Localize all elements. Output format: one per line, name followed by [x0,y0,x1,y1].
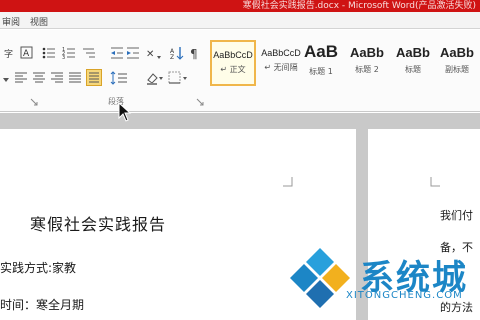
ribbon: 字 A 123 ✕ AZ ¶ 段落 AaBbCcD ↵ 正文 AaBbCcD ↵… [0,30,480,112]
menu-bar: 审阅 视图 [0,12,480,29]
style-normal[interactable]: AaBbCcD ↵ 正文 [210,40,256,86]
style-subtitle[interactable]: AaBb 副标题 [434,40,480,86]
align-right-icon[interactable] [50,71,64,85]
svg-text:¶: ¶ [190,47,198,60]
svg-text:Z: Z [170,54,174,60]
increase-indent-icon[interactable] [126,46,140,60]
style-sample: AaBb [396,45,430,60]
decrease-indent-icon[interactable] [110,46,124,60]
borders-icon[interactable] [168,71,188,85]
font-dialog-launcher-icon[interactable] [30,98,38,106]
style-sample: AaBb [440,45,474,60]
document-title: 寒假社会实践报告 [30,215,167,234]
chinese-layout-icon[interactable]: ✕ [146,46,162,60]
style-name: 标题 2 [355,65,379,74]
watermark-subtext: XITONGCHENG.COM [346,290,463,301]
svg-text:✕: ✕ [146,49,154,60]
border-char-icon[interactable]: A [20,46,34,60]
style-name: 标题 [405,65,421,74]
style-sample: AaBbCcD [213,50,253,60]
bullets-icon[interactable] [42,46,56,60]
align-left-icon[interactable] [14,71,28,85]
sort-icon[interactable]: AZ [170,46,184,60]
menu-review[interactable]: 审阅 [2,15,20,28]
distributed-align-icon[interactable] [86,69,102,86]
line-spacing-icon[interactable] [110,71,128,85]
style-heading-1[interactable]: AaB 标题 1 [298,40,344,86]
phonetic-guide-icon[interactable]: 字 [4,48,14,58]
multilevel-list-icon[interactable] [82,46,96,60]
justify-icon[interactable] [68,71,82,85]
mouse-cursor-icon [118,102,132,122]
diamond-logo-icon [290,248,350,308]
paragraph-dialog-launcher-icon[interactable] [196,98,204,106]
margin-corner-mark [430,177,440,187]
svg-text:A: A [23,49,30,59]
window-title: 寒假社会实践报告.docx - Microsoft Word(产品激活失败) [242,1,476,11]
style-name: ↵ 正文 [220,65,246,74]
margin-corner-mark [283,177,293,187]
title-bar: 寒假社会实践报告.docx - Microsoft Word(产品激活失败) [0,0,480,12]
style-title[interactable]: AaBb 标题 [390,40,436,86]
document-line: 实践方式:家教 [0,261,77,275]
document-line: 时间：寒全月期 [0,298,85,312]
watermark-logo: 系统城 XITONGCHENG.COM [286,244,480,310]
style-sample: AaB [303,42,338,61]
style-sample: AaBb [350,45,384,60]
style-name: 副标题 [445,65,469,74]
dropdown-arrow-icon[interactable] [2,72,10,86]
document-line: 我们付 [440,209,473,222]
menu-view[interactable]: 视图 [30,15,48,28]
style-heading-2[interactable]: AaBb 标题 2 [344,40,390,86]
style-name: 标题 1 [309,67,333,76]
svg-text:字: 字 [4,48,13,58]
show-marks-icon[interactable]: ¶ [190,46,200,60]
styles-gallery: AaBbCcD ↵ 正文 AaBbCcD ↵ 无间隔 AaB 标题 1 AaBb… [206,32,480,92]
numbering-icon[interactable]: 123 [62,46,76,60]
svg-text:3: 3 [62,55,65,60]
align-center-icon[interactable] [32,71,46,85]
shading-icon[interactable] [146,71,164,85]
